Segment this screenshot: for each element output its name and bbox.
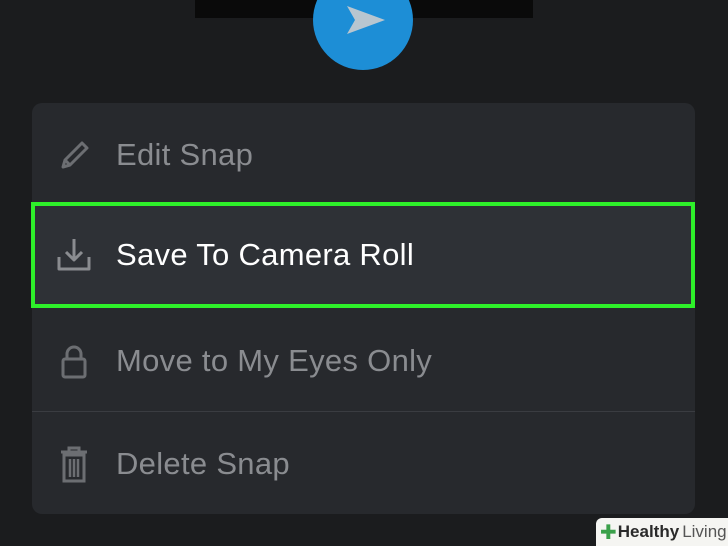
watermark-brand-part2: Living xyxy=(682,522,727,541)
menu-item-label: Edit Snap xyxy=(116,136,254,172)
menu-item-delete-snap[interactable]: Delete Snap xyxy=(32,412,695,514)
watermark-logo: ✚ Healthy Living xyxy=(596,518,728,546)
send-button[interactable] xyxy=(313,0,413,70)
pencil-icon xyxy=(54,135,94,175)
menu-item-label: Save To Camera Roll xyxy=(116,237,415,272)
trash-icon xyxy=(54,444,94,484)
menu-item-save-to-camera-roll[interactable]: Save To Camera Roll xyxy=(31,202,695,308)
snap-screen: Edit Snap Move to My Eyes Only Delete Sn… xyxy=(0,0,728,546)
download-icon xyxy=(54,235,94,275)
snap-options-menu: Edit Snap Move to My Eyes Only Delete Sn… xyxy=(32,103,695,514)
menu-item-label: Delete Snap xyxy=(116,445,290,481)
cross-icon: ✚ xyxy=(600,521,617,544)
lock-icon xyxy=(54,341,94,381)
menu-item-move-to-my-eyes-only[interactable]: Move to My Eyes Only xyxy=(32,309,695,412)
menu-item-edit-snap[interactable]: Edit Snap xyxy=(32,103,695,206)
watermark-brand-part1: Healthy xyxy=(617,522,680,541)
menu-item-label: Move to My Eyes Only xyxy=(116,342,433,378)
play-arrow-icon xyxy=(347,6,385,34)
